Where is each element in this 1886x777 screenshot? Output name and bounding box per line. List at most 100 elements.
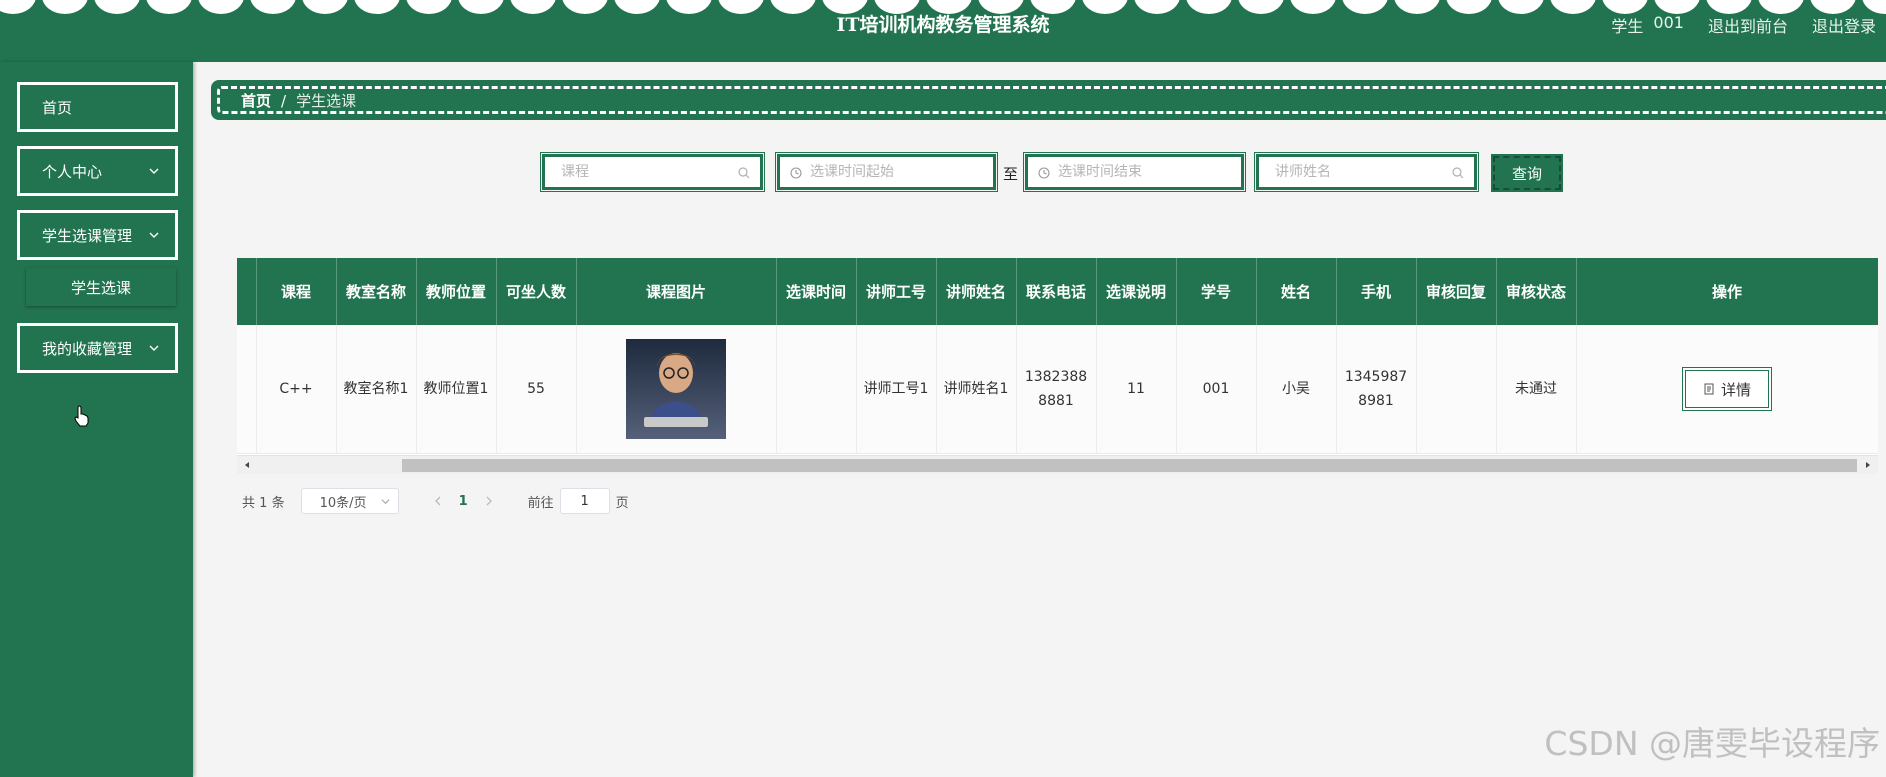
column-header: 联系电话: [1016, 258, 1097, 325]
clock-icon: [790, 167, 802, 179]
current-user: 学生 001: [1611, 13, 1684, 37]
end-time-input[interactable]: [1028, 157, 1241, 187]
back-to-front-link[interactable]: 退出到前台: [1708, 13, 1788, 37]
table-horizontal-scrollbar[interactable]: [237, 455, 1878, 474]
cell-name: 小吴: [1256, 325, 1337, 454]
cell-classroom: 教室名称1: [336, 325, 417, 454]
table-header-row: 课程 教室名称 教师位置 可坐人数 课程图片 选课时间 讲师工号 讲师姓名 联系…: [237, 258, 1878, 325]
user-role: 学生: [1611, 17, 1644, 36]
chevron-down-icon: [381, 498, 390, 504]
column-header-selection: [237, 258, 257, 325]
cell-lecturer-name: 讲师姓名1: [936, 325, 1017, 454]
breadcrumb: 首页 / 学生选课: [211, 80, 1886, 120]
breadcrumb-home-link[interactable]: 首页: [241, 90, 271, 111]
course-search-field[interactable]: [540, 152, 765, 192]
top-header: IT培训机构教务管理系统 学生 001 退出到前台 退出登录: [0, 0, 1886, 62]
column-header: 可坐人数: [496, 258, 577, 325]
next-page-icon[interactable]: [484, 496, 494, 506]
app-title: IT培训机构教务管理系统: [836, 14, 1050, 36]
breadcrumb-current: 学生选课: [296, 92, 357, 110]
page-size-select[interactable]: 10条/页: [300, 488, 399, 514]
cell-phone: 13823888881: [1016, 325, 1097, 454]
cell-student-no: 001: [1176, 325, 1257, 454]
sidebar-item-home[interactable]: 首页: [17, 82, 178, 132]
column-header: 课程: [256, 258, 337, 325]
cell-remark: 11: [1096, 325, 1177, 454]
cell-seats: 55: [496, 325, 577, 454]
cell-lecturer-id: 讲师工号1: [856, 325, 937, 454]
search-icon: [1452, 167, 1464, 179]
sidebar-item-label: 学生选课: [70, 278, 131, 297]
sidebar: 首页 个人中心 学生选课管理 学生选课 我的收藏管理: [0, 62, 193, 777]
scroll-left-arrow-icon[interactable]: [242, 460, 252, 470]
table-row[interactable]: C++ 教室名称1 教师位置1 55 讲师工号1 讲师姓名1 138238888…: [237, 325, 1878, 454]
cell-actions: 详情: [1576, 325, 1878, 454]
cell-teacher-location: 教师位置1: [416, 325, 497, 454]
row-selection-cell: [237, 325, 257, 454]
chevron-down-icon: [149, 232, 159, 238]
total-count: 1: [259, 495, 268, 511]
cell-review-status: 未通过: [1496, 325, 1577, 454]
prev-page-icon[interactable]: [433, 496, 443, 506]
sidebar-item-personal-center[interactable]: 个人中心: [17, 146, 178, 196]
column-header: 手机: [1336, 258, 1417, 325]
course-search-input[interactable]: [545, 157, 760, 187]
course-thumbnail-image[interactable]: [626, 339, 726, 439]
scrollbar-thumb[interactable]: [402, 459, 1857, 472]
page-number-current[interactable]: 1: [459, 494, 468, 509]
column-header: 审核状态: [1496, 258, 1577, 325]
detail-button-label: 详情: [1720, 380, 1751, 399]
sidebar-item-label: 个人中心: [42, 162, 103, 181]
column-header: 操作: [1576, 258, 1878, 325]
clock-icon: [1038, 167, 1050, 179]
start-time-input[interactable]: [780, 157, 993, 187]
cell-mobile: 13459878981: [1336, 325, 1417, 454]
breadcrumb-separator: /: [281, 91, 287, 110]
pagination: 共 1 条 10条/页 1 前往 页: [242, 486, 629, 516]
header-actions: 学生 001 退出到前台 退出登录: [1611, 13, 1876, 37]
hand-pointer-cursor-icon: [74, 405, 89, 427]
watermark-text: CSDN @唐雯毕设程序: [1544, 724, 1880, 763]
document-icon: [1704, 383, 1714, 395]
goto-prefix: 前往: [527, 495, 554, 511]
detail-button[interactable]: 详情: [1682, 367, 1772, 411]
sidebar-item-favorites-management[interactable]: 我的收藏管理: [17, 323, 178, 373]
column-header: 课程图片: [576, 258, 777, 325]
page-size-value: 10条/页: [319, 495, 367, 511]
breadcrumb-dashed-border: [217, 86, 1886, 114]
total-prefix: 共: [242, 495, 256, 511]
user-id: 001: [1653, 13, 1684, 32]
column-header: 审核回复: [1416, 258, 1497, 325]
pagination-total: 共 1 条: [242, 492, 285, 511]
logout-link[interactable]: 退出登录: [1812, 13, 1876, 37]
sidebar-item-course-selection-management[interactable]: 学生选课管理: [17, 210, 178, 260]
search-icon: [738, 167, 750, 179]
column-header: 讲师工号: [856, 258, 937, 325]
column-header: 教师位置: [416, 258, 497, 325]
column-header: 讲师姓名: [936, 258, 1017, 325]
column-header: 姓名: [1256, 258, 1337, 325]
column-header: 选课时间: [776, 258, 857, 325]
sidebar-item-label: 首页: [42, 98, 73, 117]
sidebar-subitem-course-selection[interactable]: 学生选课: [26, 268, 176, 306]
cell-course: C++: [256, 325, 337, 454]
goto-page-input[interactable]: [559, 488, 610, 514]
cell-review-reply: [1416, 325, 1497, 454]
column-header: 选课说明: [1096, 258, 1177, 325]
chevron-down-icon: [149, 168, 159, 174]
cell-select-time: [776, 325, 857, 454]
start-time-picker[interactable]: [775, 152, 998, 192]
cell-course-image: [576, 325, 777, 454]
teacher-name-input[interactable]: [1259, 157, 1474, 187]
end-time-picker[interactable]: [1023, 152, 1246, 192]
scroll-right-arrow-icon[interactable]: [1863, 460, 1873, 470]
goto-suffix: 页: [615, 495, 629, 511]
sidebar-item-label: 我的收藏管理: [42, 339, 133, 358]
column-header: 教室名称: [336, 258, 417, 325]
chevron-down-icon: [149, 345, 159, 351]
course-selection-table: 课程 教室名称 教师位置 可坐人数 课程图片 选课时间 讲师工号 讲师姓名 联系…: [237, 258, 1878, 474]
time-range-separator: 至: [1003, 165, 1019, 183]
query-button[interactable]: 查询: [1491, 154, 1563, 192]
sidebar-item-label: 学生选课管理: [42, 226, 133, 245]
teacher-name-search-field[interactable]: [1254, 152, 1479, 192]
